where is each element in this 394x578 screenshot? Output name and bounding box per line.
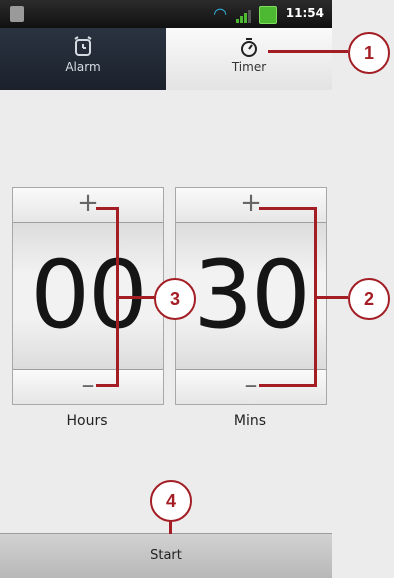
tab-timer[interactable]: Timer <box>166 28 332 91</box>
hours-increment-button[interactable]: + <box>13 188 163 223</box>
notification-icon <box>10 6 24 22</box>
status-bar: ◠ 11:54 <box>0 0 332 28</box>
minutes-value[interactable]: 30 <box>176 223 326 369</box>
wifi-icon: ◠ <box>214 4 227 23</box>
callout-2-line <box>314 296 348 299</box>
hours-label: Hours <box>66 413 108 429</box>
callout-4: 4 <box>150 480 192 522</box>
callout-3: 3 <box>154 278 196 320</box>
callout-2-bracket <box>259 384 317 387</box>
callout-1-line <box>268 50 348 53</box>
callout-2-bracket <box>259 207 317 210</box>
stopwatch-icon <box>241 38 257 57</box>
callout-3-bracket <box>96 207 118 210</box>
minutes-increment-button[interactable]: + <box>176 188 326 223</box>
status-time: 11:54 <box>285 6 324 20</box>
alarm-clock-icon <box>74 36 92 56</box>
battery-icon <box>259 6 277 24</box>
minutes-spinner: + 30 – <box>175 187 327 405</box>
tab-alarm[interactable]: Alarm <box>0 28 166 90</box>
callout-1: 1 <box>348 32 390 74</box>
callout-2: 2 <box>348 278 390 320</box>
minutes-label: Mins <box>233 413 267 429</box>
callout-3-line <box>116 296 156 299</box>
tab-alarm-label: Alarm <box>65 60 101 74</box>
hours-decrement-button[interactable]: – <box>13 369 163 404</box>
start-button[interactable]: Start <box>0 533 332 578</box>
callout-3-bracket <box>96 384 118 387</box>
tab-timer-label: Timer <box>231 60 267 74</box>
signal-icon <box>236 9 251 23</box>
tab-bar: Alarm Timer <box>0 28 332 91</box>
